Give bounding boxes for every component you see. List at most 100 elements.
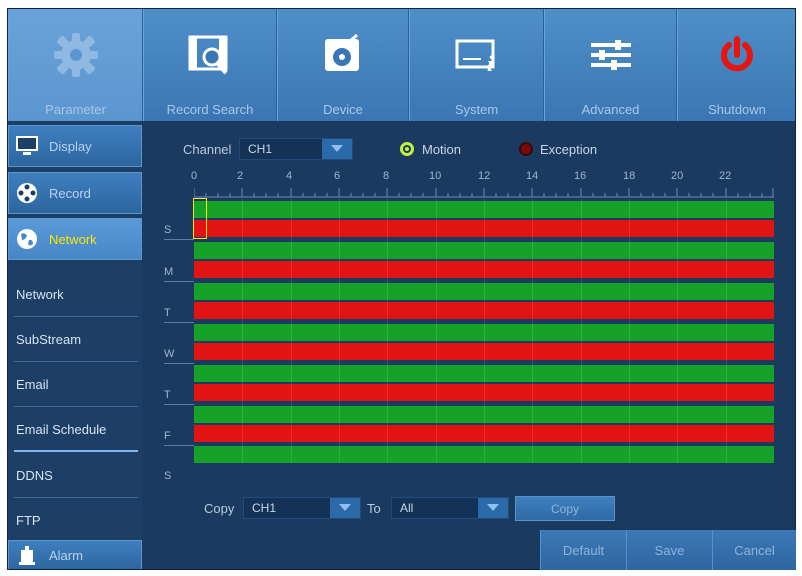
copy-button[interactable]: Copy — [515, 496, 615, 521]
cancel-button[interactable]: Cancel — [712, 530, 796, 570]
day-label: S — [164, 224, 172, 236]
tab-label: System — [454, 102, 499, 117]
day-divider — [164, 239, 194, 240]
day-label: T — [164, 389, 171, 401]
hour-gridline — [629, 199, 630, 463]
sidebar-category-label: Network — [49, 231, 97, 247]
alarm-icon — [15, 544, 39, 568]
chevron-down-icon — [330, 498, 360, 518]
copy-from-select[interactable]: CH1 — [243, 497, 361, 519]
tab-record-search[interactable]: Record Search — [143, 9, 277, 121]
copy-label: Copy — [204, 501, 235, 516]
schedule-grid[interactable] — [194, 199, 774, 463]
day-divider — [164, 363, 194, 364]
sidebar-category-display[interactable]: Display — [8, 125, 142, 167]
exception-radio[interactable] — [519, 142, 533, 156]
sidebar-item-substream[interactable]: SubStream — [8, 317, 142, 362]
hour-gridline — [291, 199, 292, 463]
system-info-icon: i — [449, 29, 505, 81]
disk-icon — [315, 29, 371, 81]
save-button[interactable]: Save — [626, 530, 712, 570]
gear-icon — [48, 29, 104, 81]
svg-text:i: i — [487, 51, 494, 76]
copy-to-select[interactable]: All — [391, 497, 509, 519]
day-divider — [164, 281, 194, 282]
channel-value: CH1 — [248, 142, 273, 156]
hour-gridline — [387, 199, 388, 463]
hour-label: 8 — [383, 170, 390, 182]
sidebar-category-label: Display — [49, 138, 92, 154]
tab-device[interactable]: Device — [277, 9, 409, 121]
divider — [14, 450, 138, 452]
copy-to-value: All — [400, 501, 414, 515]
sliders-icon — [583, 29, 639, 81]
monitor-icon — [15, 134, 39, 158]
chevron-down-icon — [322, 139, 352, 159]
day-divider — [164, 404, 194, 405]
sidebar-category-label: Record — [49, 185, 91, 201]
tab-parameter[interactable]: Parameter — [8, 9, 143, 121]
hour-gridline — [484, 199, 485, 463]
tab-advanced[interactable]: Advanced — [544, 9, 677, 121]
hour-label: 4 — [286, 170, 293, 182]
motion-legend-label: Motion — [422, 142, 462, 157]
day-divider — [164, 445, 194, 446]
hour-gridline — [581, 199, 582, 463]
sidebar-item-network[interactable]: Network — [8, 272, 142, 317]
to-label: To — [367, 501, 381, 516]
radio-dot — [405, 147, 409, 151]
day-label: M — [164, 266, 174, 278]
tab-shutdown[interactable]: Shutdown — [677, 9, 795, 121]
hour-gridline — [339, 199, 340, 463]
sidebar-item-email[interactable]: Email — [8, 362, 142, 407]
hour-label: 16 — [574, 170, 587, 182]
tab-label: Advanced — [581, 102, 640, 117]
day-label: S — [164, 470, 172, 482]
copy-from-value: CH1 — [252, 501, 277, 515]
channel-select[interactable]: CH1 — [239, 138, 353, 160]
hour-label: 20 — [671, 170, 684, 182]
hour-gridline — [532, 199, 533, 463]
film-reel-icon — [15, 181, 39, 205]
time-ruler — [194, 188, 774, 198]
exception-legend-label: Exception — [540, 142, 598, 157]
sidebar-item-ddns[interactable]: DDNS — [8, 453, 142, 498]
hour-label: 12 — [478, 170, 491, 182]
top-navigation: Parameter Record Search Device i System … — [8, 9, 795, 121]
day-divider — [164, 322, 194, 323]
hour-gridline — [677, 199, 678, 463]
tab-label: Device — [323, 102, 363, 117]
sidebar-category-alarm[interactable]: Alarm — [8, 540, 142, 569]
channel-label: Channel — [183, 142, 232, 157]
tab-label: Shutdown — [708, 102, 766, 117]
day-label: T — [164, 307, 171, 319]
day-label: W — [164, 348, 175, 360]
tab-system[interactable]: i System — [409, 9, 544, 121]
sidebar-category-network[interactable]: Network — [8, 218, 142, 260]
globe-icon — [15, 227, 39, 251]
sidebar-category-label: Alarm — [49, 548, 83, 563]
sidebar-item-ftp[interactable]: FTP — [8, 498, 142, 543]
hour-label: 0 — [191, 170, 198, 182]
day-label: F — [164, 430, 171, 442]
sidebar-category-record[interactable]: Record — [8, 172, 142, 214]
tab-label: Record Search — [166, 102, 254, 117]
film-search-icon — [182, 29, 238, 81]
selection-cursor — [193, 198, 207, 239]
hour-label: 14 — [526, 170, 539, 182]
chevron-down-icon — [478, 498, 508, 518]
tab-label: Parameter — [45, 102, 106, 117]
hour-label: 2 — [237, 170, 244, 182]
motion-radio[interactable] — [400, 142, 414, 156]
hour-label: 10 — [429, 170, 442, 182]
hour-label: 18 — [623, 170, 636, 182]
default-button[interactable]: Default — [540, 530, 626, 570]
power-icon — [709, 29, 765, 81]
hour-gridline — [726, 199, 727, 463]
sidebar-item-email-schedule[interactable]: Email Schedule — [8, 407, 142, 452]
hour-gridline — [436, 199, 437, 463]
sidebar: Display Record Network Network SubStream… — [8, 122, 142, 569]
hour-gridline — [242, 199, 243, 463]
hour-label: 22 — [719, 170, 732, 182]
hour-label: 6 — [334, 170, 341, 182]
